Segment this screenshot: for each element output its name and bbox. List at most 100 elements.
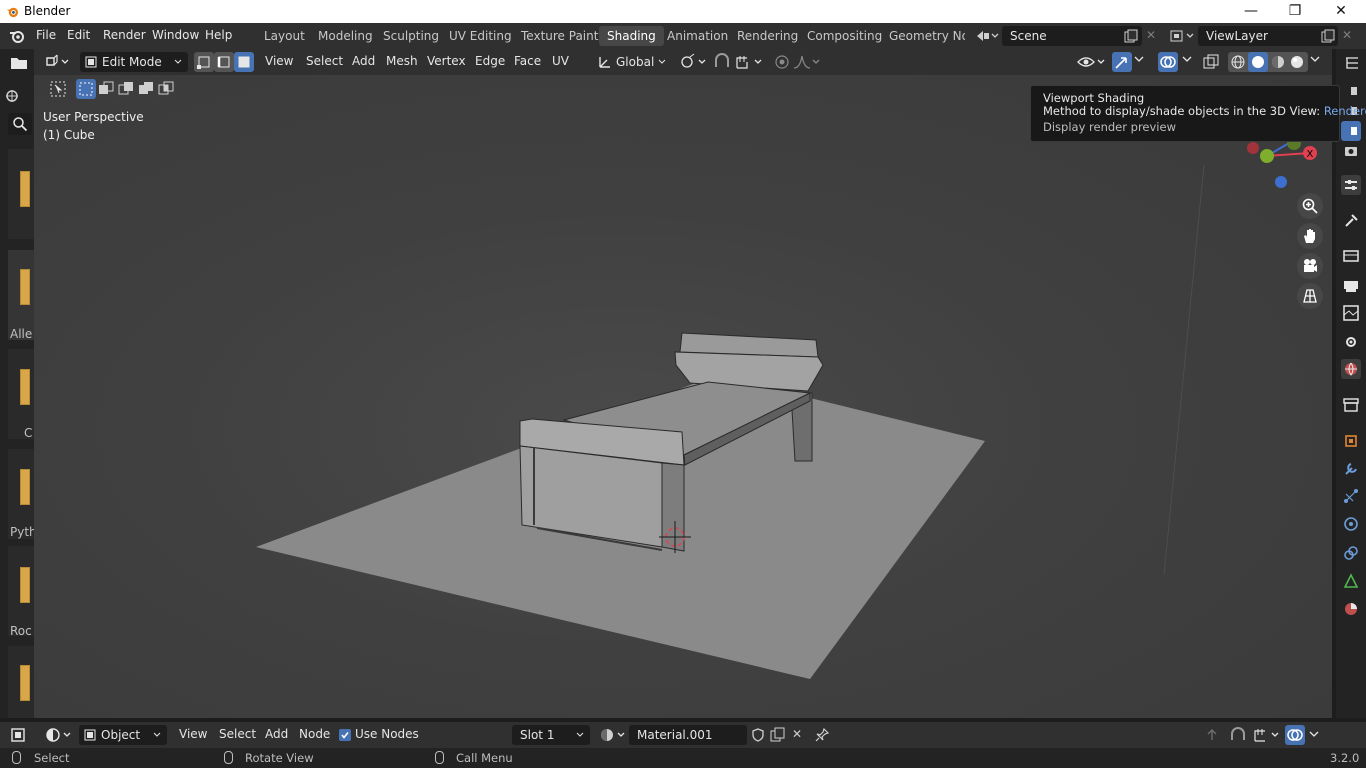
vertex-select-button[interactable] (194, 52, 214, 72)
tab-geometry-nodes[interactable]: Geometry Noc (881, 26, 965, 46)
selectability-visibility-icon[interactable] (1076, 53, 1108, 71)
data-properties-icon[interactable] (1341, 571, 1361, 591)
unlink-material-icon[interactable]: ✕ (792, 727, 802, 741)
menu-view[interactable]: View (265, 54, 293, 68)
editor-type-icon[interactable] (44, 53, 72, 71)
zoom-button[interactable] (1297, 193, 1323, 219)
search-button[interactable] (8, 113, 32, 135)
use-nodes-checkbox[interactable] (339, 729, 351, 741)
menu-face[interactable]: Face (514, 54, 541, 68)
output-properties-icon[interactable] (1341, 275, 1361, 295)
select-subtract-button[interactable] (116, 79, 136, 99)
asset-browser-icon[interactable] (4, 88, 20, 104)
tab-animation[interactable]: Animation (659, 26, 736, 46)
snap-target-icon[interactable] (734, 53, 766, 71)
select-extend-button[interactable] (96, 79, 116, 99)
view-layer-browse-icon[interactable] (1168, 28, 1196, 44)
ortho-toggle-button[interactable] (1297, 283, 1323, 309)
tab-shading[interactable]: Shading (599, 26, 664, 46)
menu-help[interactable]: Help (205, 28, 232, 42)
mode-dropdown[interactable]: Edit Mode (80, 52, 188, 72)
node-menu-node[interactable]: Node (299, 727, 330, 741)
tool-icon[interactable] (1341, 211, 1361, 231)
material-properties-icon[interactable] (1341, 599, 1361, 619)
select-tool-icon[interactable] (50, 81, 66, 97)
wireframe-shading-icon[interactable] (1230, 54, 1246, 70)
tab-modeling[interactable]: Modeling (310, 26, 381, 46)
new-view-layer-icon[interactable] (1321, 29, 1335, 43)
constraints-properties-icon[interactable] (1341, 543, 1361, 563)
solid-shading-button[interactable] (1248, 52, 1268, 72)
maximize-button[interactable]: ❐ (1272, 0, 1318, 23)
new-scene-icon[interactable] (1124, 29, 1138, 43)
close-window-button[interactable]: ✕ (1318, 0, 1364, 23)
menu-file[interactable]: File (36, 28, 56, 42)
material-browse-icon[interactable] (598, 726, 628, 744)
tab-texture-paint[interactable]: Texture Paint (513, 26, 606, 46)
delete-view-layer-icon[interactable]: ✕ (1342, 28, 1352, 42)
navigation-gizmo[interactable]: X (1238, 135, 1318, 195)
select-invert-button[interactable] (136, 79, 156, 99)
overlays-toggle-button[interactable] (1158, 52, 1178, 72)
edge-select-button[interactable] (214, 52, 234, 72)
material-slot-dropdown[interactable]: Slot 1 (512, 725, 590, 745)
menu-edit[interactable]: Edit (67, 28, 90, 42)
scene-properties-icon[interactable] (1341, 332, 1361, 352)
object-properties-icon[interactable] (1341, 431, 1361, 451)
proportional-falloff-icon[interactable] (792, 53, 822, 71)
menu-select[interactable]: Select (306, 54, 343, 68)
tool-properties-tab[interactable] (1341, 175, 1361, 195)
collection-properties-icon[interactable] (1341, 395, 1361, 415)
menu-render[interactable]: Render (103, 28, 146, 42)
chevron-down-icon[interactable] (1309, 731, 1319, 739)
delete-scene-icon[interactable]: ✕ (1146, 28, 1156, 42)
object-type-dropdown[interactable]: Object (79, 725, 167, 745)
minimize-button[interactable]: — (1228, 0, 1274, 23)
menu-uv[interactable]: UV (552, 54, 569, 68)
folder-icon[interactable] (10, 55, 28, 71)
xray-toggle-icon[interactable] (1202, 53, 1220, 71)
select-intersect-button[interactable] (156, 79, 176, 99)
face-select-button[interactable] (234, 52, 254, 72)
tab-uv-editing[interactable]: UV Editing (441, 26, 520, 46)
use-nodes-label[interactable]: Use Nodes (355, 727, 419, 741)
prop-tab-3[interactable] (1341, 121, 1361, 141)
fake-user-shield-icon[interactable] (750, 727, 766, 743)
chevron-down-icon[interactable] (1182, 56, 1192, 64)
blender-menu-icon[interactable] (9, 29, 25, 43)
view-layer-field[interactable]: ViewLayer (1198, 26, 1338, 46)
render-properties-icon[interactable] (1341, 246, 1361, 266)
select-set-button[interactable] (76, 79, 96, 99)
menu-mesh[interactable]: Mesh (386, 54, 418, 68)
tab-rendering[interactable]: Rendering (729, 26, 806, 46)
menu-edge[interactable]: Edge (475, 54, 505, 68)
proportional-edit-icon[interactable] (772, 53, 792, 71)
chevron-down-icon[interactable] (1310, 56, 1320, 64)
tab-layout[interactable]: Layout (256, 26, 313, 46)
transform-orientation-dropdown[interactable]: Global (594, 52, 670, 72)
menu-add[interactable]: Add (352, 54, 375, 68)
rendered-shading-icon[interactable] (1289, 54, 1305, 70)
world-properties-tab[interactable] (1341, 359, 1361, 379)
pin-icon[interactable] (814, 727, 830, 743)
outliner-icon[interactable] (1344, 55, 1360, 71)
node-menu-add[interactable]: Add (265, 727, 288, 741)
new-material-icon[interactable] (770, 727, 786, 743)
camera-view-button[interactable] (1297, 253, 1323, 279)
node-overlays-button[interactable] (1285, 725, 1305, 745)
physics-properties-icon[interactable] (1341, 514, 1361, 534)
snap-toggle-icon[interactable] (712, 53, 732, 71)
gizmo-toggle-button[interactable] (1112, 52, 1132, 72)
pivot-point-icon[interactable] (678, 53, 708, 71)
tab-compositing[interactable]: Compositing (799, 26, 890, 46)
node-snap-target-icon[interactable] (1252, 726, 1282, 744)
editor-type-icon[interactable] (10, 727, 28, 743)
node-menu-view[interactable]: View (179, 727, 207, 741)
parent-node-tree-icon[interactable] (1204, 727, 1220, 743)
modifier-properties-icon[interactable] (1341, 459, 1361, 479)
particles-properties-icon[interactable] (1341, 486, 1361, 506)
node-menu-select[interactable]: Select (219, 727, 256, 741)
pan-button[interactable] (1297, 223, 1323, 249)
shader-type-icon[interactable] (44, 726, 74, 744)
menu-window[interactable]: Window (152, 28, 199, 42)
